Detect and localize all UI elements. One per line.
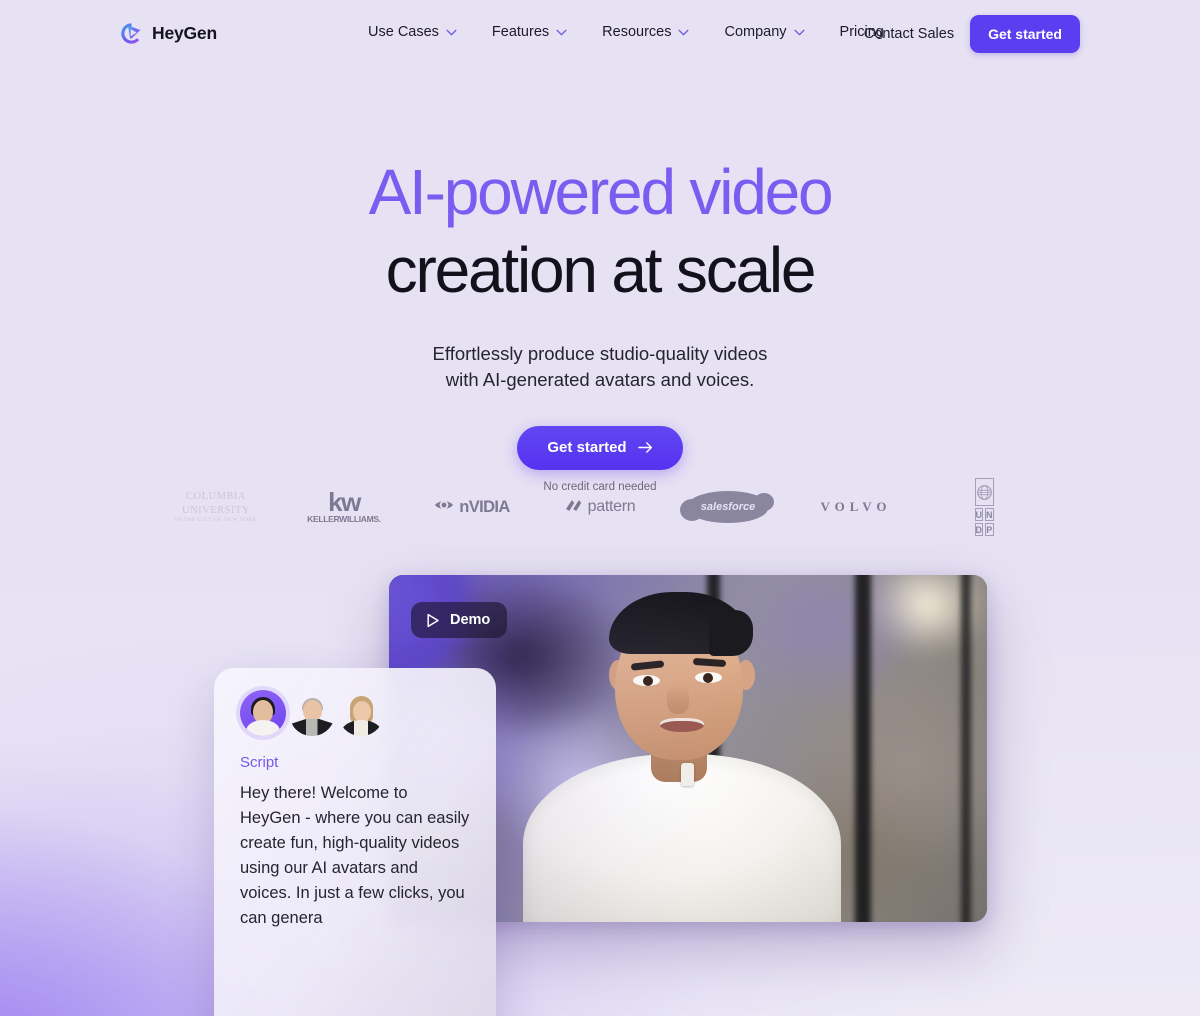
columbia-line-2: IN THE CITY OF NEW YORK (174, 516, 258, 523)
avatar-body (292, 719, 333, 736)
site-header: HeyGen Use Cases Features Resources Comp… (0, 0, 1200, 70)
nvidia-wordmark: nVIDIA (459, 497, 510, 516)
heygen-swirl-logo-icon (120, 22, 143, 45)
avatar-option-1[interactable] (240, 690, 286, 736)
page-title: AI-powered video creation at scale (0, 160, 1200, 302)
logo-salesforce: salesforce (664, 478, 792, 536)
customer-logo-strip: COLUMBIA UNIVERSITY IN THE CITY OF NEW Y… (0, 478, 1200, 536)
un-globe-icon (974, 478, 994, 506)
header-actions: Contact Sales Get started (864, 15, 1080, 53)
logo-nvidia: nVIDIA (408, 478, 536, 536)
brand-logo[interactable]: HeyGen (120, 22, 217, 45)
nav-label: Features (491, 24, 550, 40)
presenter-pupil (643, 676, 653, 686)
nav-label: Use Cases (368, 24, 439, 40)
logo-keller-williams: kw KELLERWILLIAMS. (280, 478, 408, 536)
presenter-pupil (703, 673, 713, 683)
avatar-option-2[interactable] (289, 690, 335, 736)
salesforce-cloud-icon: salesforce (679, 491, 775, 523)
header-get-started-button[interactable]: Get started (970, 15, 1080, 53)
headline-line-1: AI-powered video (368, 156, 834, 228)
product-showcase: Demo Script Hey there! Welcome to HeyGen… (0, 560, 1200, 1016)
main-nav: Use Cases Features Resources Company Pri… (368, 24, 884, 40)
hero-get-started-button[interactable]: Get started (517, 425, 683, 470)
logo-volvo: VOLVO (792, 478, 920, 536)
chevron-down-icon (556, 29, 567, 36)
chevron-down-icon (446, 29, 457, 36)
page-root: HeyGen Use Cases Features Resources Comp… (0, 0, 1200, 1016)
undp-letter: U (974, 508, 983, 521)
avatar-option-3[interactable] (338, 690, 384, 736)
salesforce-wordmark: salesforce (700, 501, 756, 513)
nav-label: Company (724, 24, 787, 40)
nav-item-company[interactable]: Company (724, 24, 821, 40)
chevron-down-icon (678, 29, 690, 36)
columbia-line-1: COLUMBIA UNIVERSITY (182, 491, 250, 516)
hero-section: AI-powered video creation at scale Effor… (0, 160, 1200, 493)
presenter-figure (517, 592, 847, 922)
script-panel: Script Hey there! Welcome to HeyGen - wh… (214, 668, 496, 1016)
nav-item-resources[interactable]: Resources (602, 24, 706, 40)
hero-cta-label: Get started (547, 439, 627, 457)
pattern-slash-icon (565, 498, 582, 517)
undp-letter: N (985, 508, 994, 521)
avatar-face (303, 700, 322, 722)
nav-item-use-cases[interactable]: Use Cases (368, 24, 474, 40)
nav-label: Resources (602, 24, 672, 40)
play-triangle-icon (426, 613, 440, 628)
logo-columbia-university: COLUMBIA UNIVERSITY IN THE CITY OF NEW Y… (152, 478, 280, 536)
logo-pattern: pattern (536, 478, 664, 536)
subhead-line-2: with AI-generated avatars and voices. (445, 369, 755, 391)
avatar-body (246, 720, 280, 736)
arrow-right-icon (637, 441, 653, 454)
contact-sales-link[interactable]: Contact Sales (864, 26, 954, 42)
brand-name: HeyGen (152, 23, 217, 43)
volvo-wordmark: VOLVO (820, 499, 892, 514)
avatar-selector (240, 690, 470, 736)
nav-item-features[interactable]: Features (492, 24, 584, 40)
script-label: Script (240, 754, 279, 771)
kw-wordmark: KELLERWILLIAMS. (307, 514, 381, 525)
demo-play-button[interactable]: Demo (411, 602, 508, 638)
window-frame-bar (961, 575, 971, 922)
undp-letter: D (974, 523, 983, 536)
chevron-down-icon (793, 29, 805, 36)
hero-subhead: Effortlessly produce studio-quality vide… (0, 341, 1200, 394)
undp-letter: P (985, 523, 994, 536)
subhead-line-1: Effortlessly produce studio-quality vide… (432, 343, 768, 364)
demo-label: Demo (450, 612, 491, 628)
kw-monogram: kw (328, 486, 361, 517)
nvidia-eye-icon (434, 498, 454, 517)
avatar-face (353, 701, 371, 722)
logo-undp: U N D P (920, 478, 1048, 536)
headline-line-2: creation at scale (385, 234, 817, 306)
script-text[interactable]: Hey there! Welcome to HeyGen - where you… (240, 781, 470, 931)
lapel-microphone (681, 763, 694, 786)
pattern-wordmark: pattern (587, 498, 636, 515)
presenter-mouth (660, 718, 704, 732)
presenter-nose (667, 684, 689, 714)
avatar-body (341, 720, 382, 736)
window-frame-bar (855, 575, 871, 922)
